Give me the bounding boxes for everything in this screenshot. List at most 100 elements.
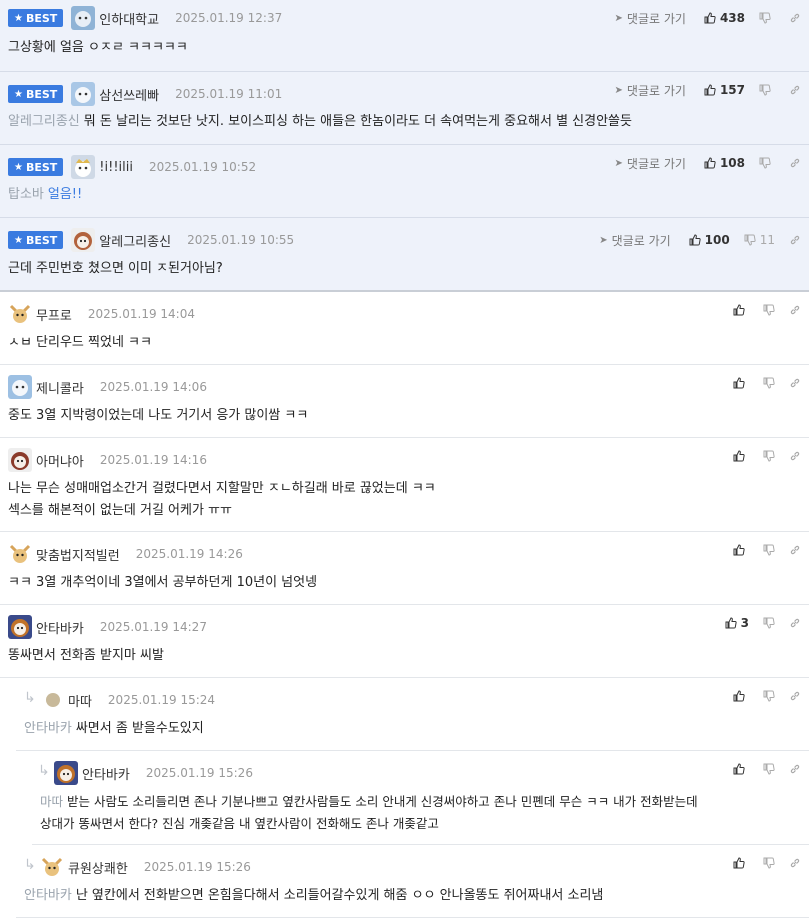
like-button[interactable] xyxy=(733,450,749,462)
go-to-reply-link[interactable]: ➤ 댓글로 가기 xyxy=(615,155,686,172)
dislike-button[interactable] xyxy=(759,84,775,96)
thumbs-up-icon xyxy=(733,763,745,775)
comment-body: ㅅㅂ 단리우드 찍었네 ㅋㅋ xyxy=(8,335,152,350)
link-icon[interactable] xyxy=(789,377,801,389)
link-icon[interactable] xyxy=(789,157,801,169)
dislike-button[interactable] xyxy=(763,690,775,702)
best-comment: ★ BEST 알레그리종신 2025.01.19 10:55 ➤ 댓글로 가기 10… xyxy=(0,218,809,290)
link-icon[interactable] xyxy=(789,84,801,96)
reply-mention[interactable]: 탑소바 xyxy=(8,187,44,202)
like-button[interactable]: 3 xyxy=(725,616,749,630)
thumbs-down-icon xyxy=(763,304,775,316)
like-button[interactable] xyxy=(733,857,749,869)
best-badge: ★ BEST xyxy=(8,9,64,27)
like-button[interactable]: 438 xyxy=(704,11,745,25)
link-icon[interactable] xyxy=(789,763,801,775)
best-badge: ★ BEST xyxy=(8,85,64,103)
go-to-reply-link[interactable]: ➤ 댓글로 가기 xyxy=(599,232,670,249)
go-to-reply-link[interactable]: ➤ 댓글로 가기 xyxy=(615,10,686,27)
avatar[interactable] xyxy=(46,693,60,707)
avatar[interactable] xyxy=(40,855,64,879)
reply-mention[interactable]: 안타바카 xyxy=(24,721,72,736)
dislike-button[interactable] xyxy=(763,450,775,462)
thumbs-down-icon xyxy=(763,857,775,869)
avatar[interactable] xyxy=(54,761,78,785)
nickname[interactable]: 제니콜라 xyxy=(36,378,84,397)
dislike-button[interactable] xyxy=(759,12,775,24)
avatar[interactable] xyxy=(71,155,96,179)
avatar[interactable] xyxy=(8,375,32,399)
comment-body: 안타바카 난 옆칸에서 전화받으면 온힘을다해서 소리들어갈수있게 해줌 ㅇㅇ 안… xyxy=(24,888,604,903)
like-button[interactable]: 157 xyxy=(704,83,745,97)
dislike-button[interactable] xyxy=(763,304,775,316)
avatar[interactable] xyxy=(8,615,32,639)
nickname[interactable]: 안타바카 xyxy=(82,764,130,783)
dislike-button[interactable] xyxy=(763,617,775,629)
timestamp: 2025.01.19 12:37 xyxy=(175,11,283,25)
avatar[interactable] xyxy=(8,448,32,472)
comment: 안타바카 2025.01.19 14:27 3 똥싸면서 전화좀 받지마 씨발 xyxy=(0,605,809,678)
nickname[interactable]: 삼선쓰레빠 xyxy=(99,85,159,104)
thumbs-down-icon xyxy=(759,12,771,24)
best-comment: ★ BEST !i!!ilii 2025.01.19 10:52 ➤ 댓글로 가기 … xyxy=(0,145,809,218)
like-button[interactable] xyxy=(733,690,749,702)
comment-body: 안타바카 싸면서 좀 받을수도있지 xyxy=(24,721,204,736)
avatar[interactable] xyxy=(8,542,32,566)
thumbs-down-icon xyxy=(763,377,775,389)
reply-mention[interactable]: 마따 xyxy=(40,794,63,809)
thumbs-down-icon xyxy=(763,450,775,462)
comment: 무프로 2025.01.19 14:04 ㅅㅂ 단리우드 찍었네 ㅋㅋ xyxy=(0,292,809,365)
avatar[interactable] xyxy=(71,82,96,106)
go-to-reply-link[interactable]: ➤ 댓글로 가기 xyxy=(615,82,686,99)
regular-comments: 무프로 2025.01.19 14:04 ㅅㅂ 단리우드 찍었네 ㅋㅋ 제니콜라… xyxy=(0,292,809,918)
link-icon[interactable] xyxy=(789,690,801,702)
link-icon[interactable] xyxy=(789,857,801,869)
send-arrow-icon: ➤ xyxy=(599,234,608,246)
thumbs-up-icon xyxy=(733,450,745,462)
dislike-button[interactable] xyxy=(759,157,775,169)
thumbs-down-icon xyxy=(763,763,775,775)
nickname[interactable]: 맞춤법지적빌런 xyxy=(36,545,120,564)
send-arrow-icon: ➤ xyxy=(614,12,623,24)
dislike-button[interactable]: 11 xyxy=(744,233,775,247)
nickname[interactable]: 안타바카 xyxy=(36,618,84,637)
avatar[interactable] xyxy=(8,302,32,326)
send-arrow-icon: ➤ xyxy=(614,84,623,96)
comment-body: 탑소바 얼음!! xyxy=(8,187,83,202)
link-icon[interactable] xyxy=(789,304,801,316)
avatar[interactable] xyxy=(71,228,96,252)
comment: 아머냐아 2025.01.19 14:16 나는 무슨 성매매업소간거 걸렸다면… xyxy=(0,438,809,532)
nickname[interactable]: 아머냐아 xyxy=(36,451,84,470)
nickname[interactable]: 마따 xyxy=(68,691,92,710)
like-button[interactable] xyxy=(733,544,749,556)
nickname[interactable]: 알레그리종신 xyxy=(99,231,171,250)
dislike-button[interactable] xyxy=(763,763,775,775)
comment-body: 그상황에 얼음 ㅇㅈㄹ ㅋㅋㅋㅋㅋ xyxy=(8,40,188,55)
nickname[interactable]: !i!!ilii xyxy=(99,160,133,175)
reply-mention[interactable]: 알레그리종신 xyxy=(8,114,80,129)
nickname[interactable]: 인하대학교 xyxy=(99,9,159,28)
link-icon[interactable] xyxy=(789,450,801,462)
like-button[interactable]: 100 xyxy=(689,233,730,247)
avatar[interactable] xyxy=(71,6,96,30)
dislike-button[interactable] xyxy=(763,544,775,556)
nickname[interactable]: 무프로 xyxy=(36,305,72,324)
thumbs-down-icon xyxy=(763,617,775,629)
best-badge: ★ BEST xyxy=(8,158,64,176)
nickname[interactable]: 큐원상쾌한 xyxy=(68,858,128,877)
link-icon[interactable] xyxy=(789,617,801,629)
dislike-button[interactable] xyxy=(763,857,775,869)
send-arrow-icon: ➤ xyxy=(614,157,623,169)
link-icon[interactable] xyxy=(789,12,801,24)
like-button[interactable]: 108 xyxy=(704,156,745,170)
timestamp: 2025.01.19 10:52 xyxy=(149,160,257,174)
like-button[interactable] xyxy=(733,304,749,316)
timestamp: 2025.01.19 14:04 xyxy=(87,307,195,321)
link-icon[interactable] xyxy=(789,544,801,556)
reply-arrow-icon: ↳ xyxy=(24,857,36,873)
reply-mention[interactable]: 안타바카 xyxy=(24,888,72,903)
like-button[interactable] xyxy=(733,763,749,775)
like-button[interactable] xyxy=(733,377,749,389)
link-icon[interactable] xyxy=(789,234,801,246)
dislike-button[interactable] xyxy=(763,377,775,389)
